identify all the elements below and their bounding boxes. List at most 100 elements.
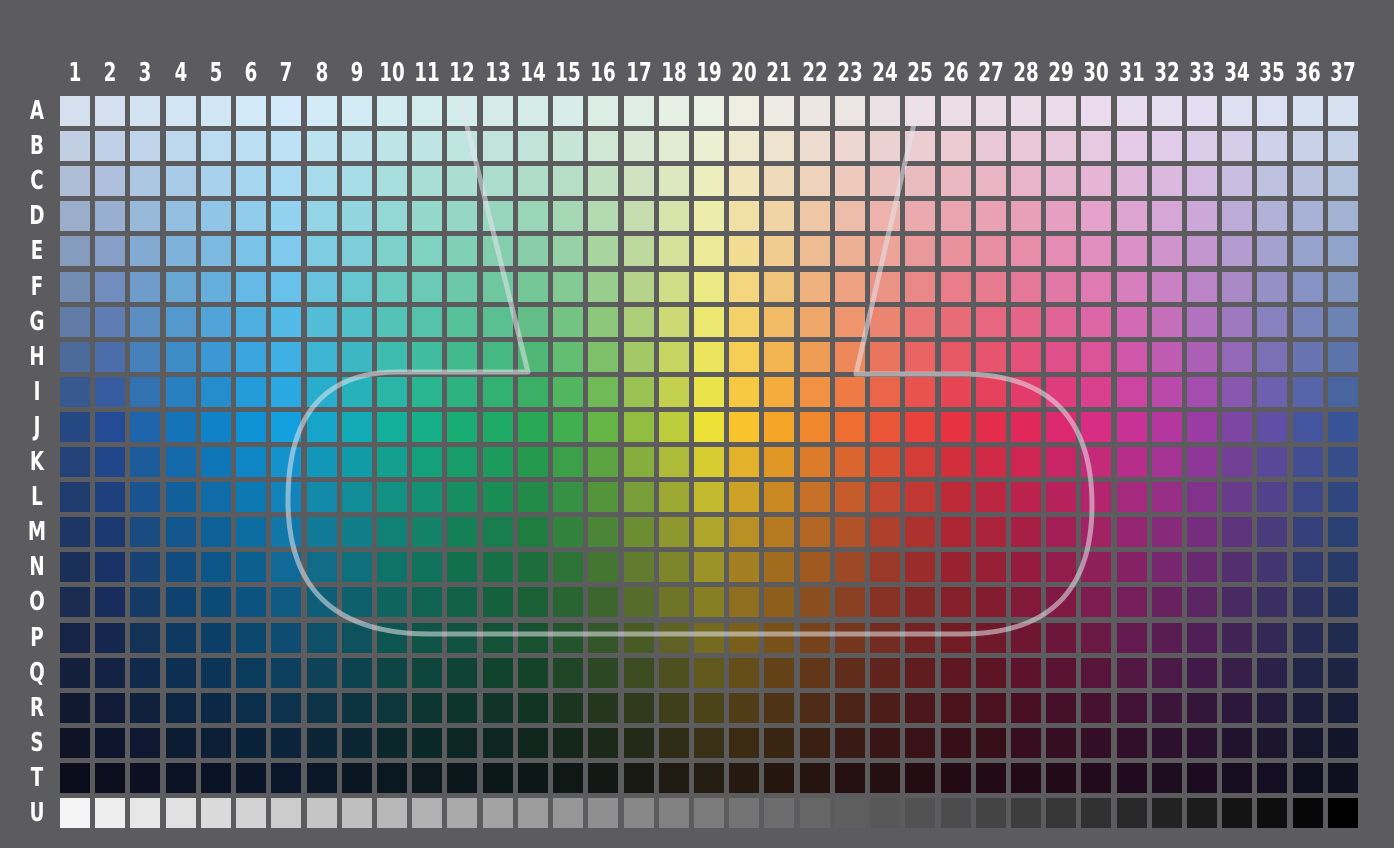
color-swatch <box>1222 131 1252 161</box>
color-swatch <box>1257 517 1287 547</box>
color-swatch <box>95 447 125 477</box>
row-label: T <box>30 762 44 793</box>
color-swatch <box>553 587 583 617</box>
color-swatch <box>95 482 125 512</box>
color-swatch <box>1293 517 1323 547</box>
color-swatch <box>483 412 513 442</box>
color-swatch <box>1081 552 1111 582</box>
color-swatch <box>553 693 583 723</box>
color-swatch <box>1257 377 1287 407</box>
color-swatch <box>588 798 618 828</box>
color-swatch <box>1011 377 1041 407</box>
color-swatch <box>659 201 689 231</box>
color-swatch <box>553 96 583 126</box>
color-swatch <box>201 201 231 231</box>
color-swatch <box>941 482 971 512</box>
color-swatch <box>377 552 407 582</box>
color-swatch <box>412 728 442 758</box>
column-label: 6 <box>244 58 258 88</box>
color-swatch <box>95 552 125 582</box>
color-swatch <box>307 728 337 758</box>
color-swatch <box>1046 798 1076 828</box>
color-swatch <box>694 798 724 828</box>
color-swatch <box>166 693 196 723</box>
column-label: 35 <box>1259 58 1286 88</box>
color-swatch <box>835 236 865 266</box>
color-swatch <box>307 517 337 547</box>
color-swatch <box>377 236 407 266</box>
color-swatch <box>729 728 759 758</box>
color-swatch <box>1046 96 1076 126</box>
color-swatch <box>342 447 372 477</box>
color-swatch <box>764 236 794 266</box>
color-swatch <box>342 236 372 266</box>
color-swatch <box>976 623 1006 653</box>
color-swatch <box>835 587 865 617</box>
color-swatch <box>905 658 935 688</box>
color-swatch <box>518 236 548 266</box>
color-swatch <box>588 447 618 477</box>
color-swatch <box>624 763 654 793</box>
color-swatch <box>447 307 477 337</box>
color-swatch <box>905 447 935 477</box>
color-swatch <box>1222 342 1252 372</box>
color-swatch <box>659 763 689 793</box>
column-label: 7 <box>279 58 293 88</box>
color-swatch <box>1081 201 1111 231</box>
color-swatch <box>905 131 935 161</box>
row-label: J <box>33 411 41 442</box>
color-swatch <box>694 587 724 617</box>
color-swatch <box>624 201 654 231</box>
color-swatch <box>271 658 301 688</box>
color-swatch <box>729 96 759 126</box>
color-swatch <box>1117 96 1147 126</box>
color-swatch <box>201 798 231 828</box>
color-swatch <box>447 131 477 161</box>
color-swatch <box>941 236 971 266</box>
color-swatch <box>800 482 830 512</box>
color-swatch <box>1187 517 1217 547</box>
color-swatch <box>1046 236 1076 266</box>
color-swatch <box>1011 201 1041 231</box>
color-swatch <box>1257 201 1287 231</box>
color-swatch <box>1222 377 1252 407</box>
color-swatch <box>1011 517 1041 547</box>
column-label: 24 <box>872 58 898 88</box>
color-swatch <box>447 482 477 512</box>
color-swatch <box>342 763 372 793</box>
color-swatch <box>483 693 513 723</box>
column-label: 2 <box>103 58 117 88</box>
color-swatch <box>412 272 442 302</box>
color-swatch <box>976 728 1006 758</box>
color-swatch <box>1222 517 1252 547</box>
color-swatch <box>1081 96 1111 126</box>
color-swatch <box>588 96 618 126</box>
color-swatch <box>941 412 971 442</box>
color-swatch <box>905 96 935 126</box>
row-label: P <box>30 622 44 653</box>
color-swatch <box>588 412 618 442</box>
color-swatch <box>307 96 337 126</box>
color-swatch <box>166 131 196 161</box>
color-swatch <box>1011 272 1041 302</box>
color-swatch <box>342 517 372 547</box>
color-swatch <box>271 517 301 547</box>
color-swatch <box>271 763 301 793</box>
row-label: U <box>29 798 45 828</box>
color-swatch <box>1081 131 1111 161</box>
color-swatch <box>447 517 477 547</box>
color-swatch <box>1117 236 1147 266</box>
color-swatch <box>905 412 935 442</box>
color-swatch <box>1046 763 1076 793</box>
color-swatch <box>870 482 900 512</box>
color-swatch <box>377 623 407 653</box>
color-swatch <box>905 517 935 547</box>
color-swatch <box>95 272 125 302</box>
color-swatch <box>1222 236 1252 266</box>
row-label: D <box>29 201 45 232</box>
color-swatch <box>905 763 935 793</box>
color-swatch <box>659 587 689 617</box>
color-swatch <box>60 798 90 828</box>
color-swatch <box>1187 166 1217 196</box>
color-swatch <box>483 623 513 653</box>
